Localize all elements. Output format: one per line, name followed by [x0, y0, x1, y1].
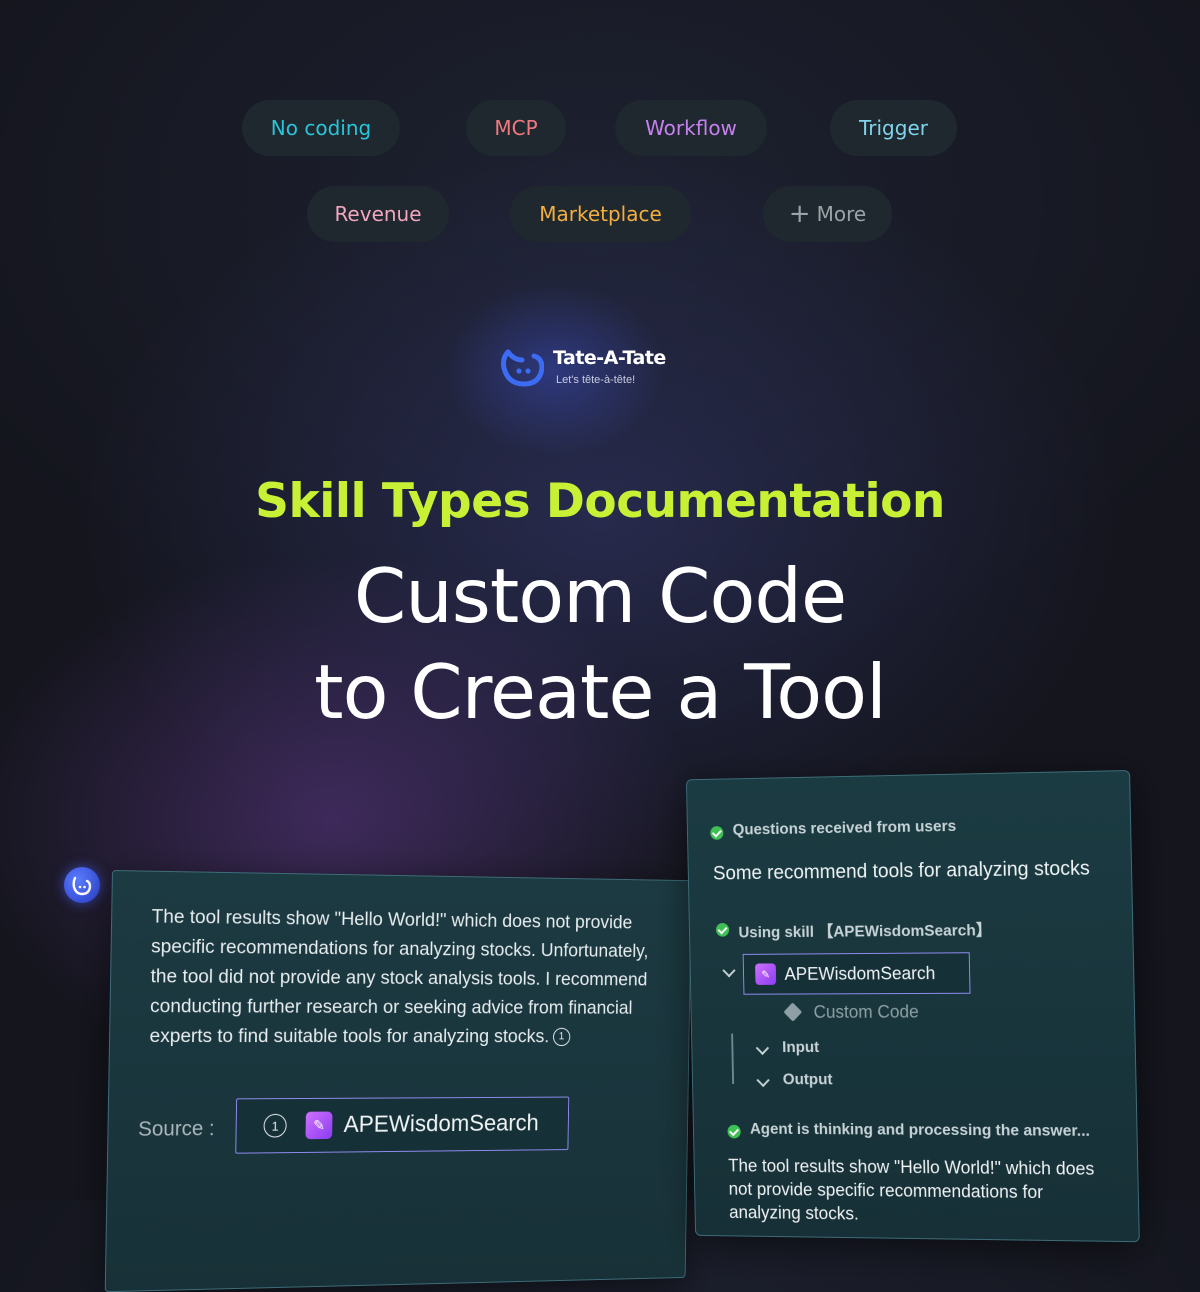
citation-marker[interactable]: 1	[552, 1027, 571, 1046]
tag-label: More	[816, 202, 867, 226]
tag-label: No coding	[270, 116, 372, 140]
tag-label: Workflow	[645, 116, 737, 140]
chat-answer-card: The tool results show "Hello World!" whi…	[104, 870, 692, 1292]
tag-label: MCP	[494, 116, 538, 140]
chevron-down-icon[interactable]	[755, 1041, 770, 1056]
tag-trigger[interactable]: Trigger	[830, 100, 957, 156]
hero-subtitle: Skill Types Documentation	[255, 474, 945, 529]
tag-workflow[interactable]: Workflow	[615, 100, 767, 156]
agent-avatar	[64, 867, 100, 903]
plus-icon: +	[788, 199, 811, 229]
tag-label: Marketplace	[539, 202, 662, 226]
source-label: Source :	[137, 1117, 215, 1141]
answer-text: The tool results show "Hello World!" whi…	[149, 905, 649, 1048]
tag-more[interactable]: + More	[763, 186, 892, 242]
tag-label: Revenue	[334, 202, 422, 226]
check-icon	[715, 922, 730, 937]
tag-no-coding[interactable]: No coding	[242, 100, 400, 156]
tag-icon	[783, 1002, 803, 1022]
tool-icon: ✎	[305, 1111, 333, 1140]
answer-message: The tool results show "Hello World!" whi…	[149, 902, 673, 1051]
hero-title-line2: to Create a Tool	[314, 648, 887, 736]
step-questions-heading: Questions received from users	[732, 818, 957, 839]
step-skill-heading: Using skill 【APEWisdomSearch】	[738, 922, 992, 942]
tag-revenue[interactable]: Revenue	[307, 186, 449, 242]
skill-type: Custom Code	[813, 1001, 919, 1022]
check-icon	[710, 826, 724, 840]
brand-tagline: Let's tête-à-tête!	[556, 374, 636, 386]
logo-icon	[501, 349, 544, 387]
input-toggle[interactable]: Input	[782, 1039, 819, 1057]
tag-label: Trigger	[859, 116, 928, 140]
tag-mcp[interactable]: MCP	[466, 100, 566, 156]
source-name: APEWisdomSearch	[343, 1110, 539, 1138]
step-thinking-heading: Agent is thinking and processing the ans…	[749, 1121, 1091, 1140]
logo-glow	[440, 280, 670, 460]
skill-chip[interactable]: ✎ APEWisdomSearch	[742, 952, 971, 995]
output-toggle[interactable]: Output	[783, 1072, 833, 1090]
chevron-down-icon[interactable]	[722, 963, 736, 978]
chevron-down-icon[interactable]	[756, 1073, 770, 1088]
check-icon	[727, 1124, 741, 1139]
source-number: 1	[263, 1113, 287, 1138]
agent-answer-preview: The tool results show "Hello World!" whi…	[728, 1155, 1095, 1224]
user-question: Some recommend tools for analyzing stock…	[712, 857, 1091, 885]
source-chip[interactable]: 1 ✎ APEWisdomSearch	[235, 1096, 570, 1154]
agent-process-card: Questions received from users Some recom…	[685, 770, 1140, 1243]
agent-avatar-icon	[72, 876, 92, 896]
brand-name: Tate-A-Tate	[553, 347, 666, 369]
tree-line	[731, 1033, 735, 1085]
hero-title-line1: Custom Code	[353, 552, 847, 640]
tool-icon: ✎	[755, 963, 777, 985]
skill-name: APEWisdomSearch	[784, 962, 936, 984]
tag-marketplace[interactable]: Marketplace	[510, 186, 691, 242]
